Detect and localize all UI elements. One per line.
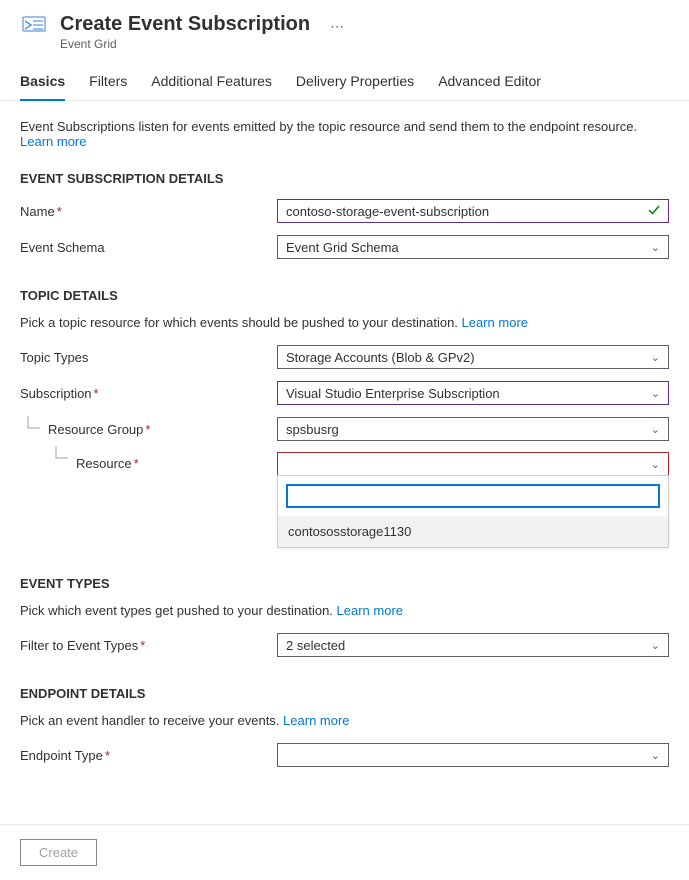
name-label: Name* [20,204,277,219]
section-title-event-types: EVENT TYPES [20,576,669,591]
endpoint-desc: Pick an event handler to receive your ev… [20,713,669,728]
intro-learn-more-link[interactable]: Learn more [20,134,86,149]
resource-dropdown-panel: contososstorage1130 [277,475,669,548]
tab-filters[interactable]: Filters [89,65,127,101]
resource-group-select[interactable]: spsbusrg ⌄ [277,417,669,441]
section-title-subscription-details: EVENT SUBSCRIPTION DETAILS [20,171,669,186]
required-indicator: * [57,204,62,219]
tab-delivery-properties[interactable]: Delivery Properties [296,65,414,101]
resource-group-label: Resource Group* [20,422,277,437]
subscription-value: Visual Studio Enterprise Subscription [286,386,500,401]
name-input[interactable] [277,199,669,223]
required-indicator: * [140,638,145,653]
required-indicator: * [105,748,110,763]
footer: Create [0,824,689,880]
chevron-down-icon: ⌄ [651,639,660,652]
tab-additional-features[interactable]: Additional Features [151,65,272,101]
event-schema-select[interactable]: Event Grid Schema ⌄ [277,235,669,259]
filter-value: 2 selected [286,638,345,653]
endpoint-learn-more-link[interactable]: Learn more [283,713,349,728]
section-event-types: EVENT TYPES Pick which event types get p… [20,576,669,658]
tree-line-icon [52,446,72,466]
event-schema-value: Event Grid Schema [286,240,399,255]
filter-label: Filter to Event Types* [20,638,277,653]
topic-types-value: Storage Accounts (Blob & GPv2) [286,350,475,365]
subscription-label: Subscription* [20,386,277,401]
event-types-learn-more-link[interactable]: Learn more [337,603,403,618]
required-indicator: * [134,456,139,471]
event-schema-label: Event Schema [20,240,277,255]
tab-bar: Basics Filters Additional Features Deliv… [0,65,689,101]
intro-text: Event Subscriptions listen for events em… [20,119,669,149]
filter-event-types-select[interactable]: 2 selected ⌄ [277,633,669,657]
chevron-down-icon: ⌄ [651,749,660,762]
chevron-down-icon: ⌄ [651,241,660,254]
tab-basics[interactable]: Basics [20,65,65,101]
topic-learn-more-link[interactable]: Learn more [462,315,528,330]
create-button[interactable]: Create [20,839,97,866]
intro-text-body: Event Subscriptions listen for events em… [20,119,637,134]
event-grid-icon [20,12,48,40]
section-topic-details: TOPIC DETAILS Pick a topic resource for … [20,288,669,548]
chevron-down-icon: ⌄ [651,351,660,364]
section-title-endpoint: ENDPOINT DETAILS [20,686,669,701]
page-title: Create Event Subscription [60,12,310,36]
required-indicator: * [145,422,150,437]
subscription-select[interactable]: Visual Studio Enterprise Subscription ⌄ [277,381,669,405]
tab-advanced-editor[interactable]: Advanced Editor [438,65,541,101]
resource-group-value: spsbusrg [286,422,339,437]
topic-types-label: Topic Types [20,350,277,365]
page-header: Create Event Subscription Event Grid ⋯ [0,0,689,59]
section-subscription-details: EVENT SUBSCRIPTION DETAILS Name* Event S… [20,171,669,260]
required-indicator: * [94,386,99,401]
endpoint-type-label: Endpoint Type* [20,748,277,763]
event-types-desc: Pick which event types get pushed to you… [20,603,669,618]
topic-details-desc: Pick a topic resource for which events s… [20,315,669,330]
section-endpoint: ENDPOINT DETAILS Pick an event handler t… [20,686,669,768]
tree-line-icon [24,416,44,436]
page-subtitle: Event Grid [60,37,310,51]
more-icon[interactable]: ⋯ [330,18,345,35]
resource-option[interactable]: contososstorage1130 [278,516,668,547]
endpoint-type-select[interactable]: ⌄ [277,743,669,767]
topic-types-select[interactable]: Storage Accounts (Blob & GPv2) ⌄ [277,345,669,369]
chevron-down-icon: ⌄ [651,423,660,436]
chevron-down-icon: ⌄ [651,387,660,400]
resource-search-input[interactable] [286,484,660,508]
section-title-topic-details: TOPIC DETAILS [20,288,669,303]
chevron-down-icon: ⌄ [651,458,660,471]
resource-select[interactable]: ⌄ [277,452,669,476]
resource-label: Resource* [20,452,277,471]
